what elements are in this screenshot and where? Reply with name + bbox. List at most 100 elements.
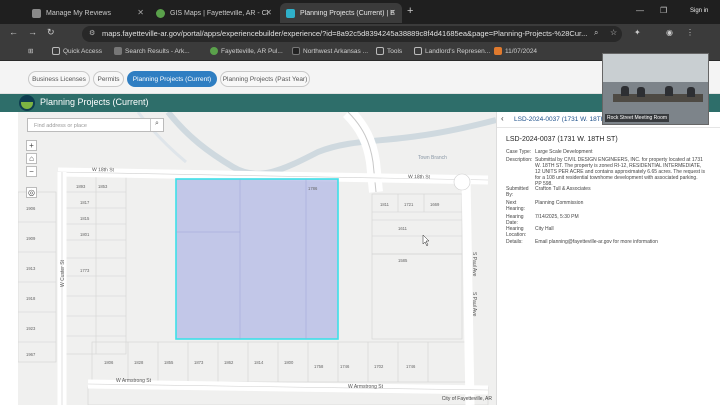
browser-tab-2[interactable]: Planning Projects (Current) | E ✕: [280, 3, 402, 23]
street-label: W Custer St: [60, 259, 66, 287]
search-icon[interactable]: ⌕: [150, 119, 163, 131]
zoom-in-button[interactable]: +: [26, 140, 37, 151]
search-placeholder: Find address or place: [34, 123, 87, 129]
tab-favicon-icon: [156, 8, 165, 18]
tab-title: GIS Maps | Fayetteville, AR - CI: [170, 9, 269, 17]
video-caption: Rock Street Meeting Room: [605, 114, 670, 122]
parcel-label: 1702: [374, 364, 384, 369]
parcel-label: 1873: [194, 360, 204, 365]
back-icon[interactable]: ←: [9, 27, 18, 37]
calendar-icon: [494, 47, 502, 55]
maximize-icon[interactable]: ❐: [660, 6, 667, 15]
close-icon[interactable]: ✕: [265, 8, 272, 17]
extensions-icon[interactable]: ✦: [634, 28, 641, 37]
bookmark-star-icon[interactable]: ☆: [610, 28, 617, 37]
parcel-label: 1758: [314, 364, 324, 369]
parcel-label: 1893: [76, 184, 86, 189]
map-view[interactable]: W 18th St W 18th St W Armstrong St W Arm…: [18, 112, 496, 405]
url-text: maps.fayetteville-ar.gov/portal/apps/exp…: [102, 29, 588, 38]
street-label: W Armstrong St: [116, 378, 152, 384]
tab-favicon-icon: [32, 8, 41, 18]
parcel-label: 1862: [224, 360, 234, 365]
street-label: S Paul Ave: [471, 252, 477, 277]
parcel-label: 1746: [340, 364, 350, 369]
parcel-label: 1909: [26, 236, 36, 241]
parcel-label: 1811: [380, 202, 390, 207]
site-icon: [292, 47, 300, 55]
parcel-label: 1814: [254, 360, 264, 365]
record-title: LSD-2024-0037 (1731 W. 18TH ST): [506, 136, 618, 143]
bookmark-item[interactable]: 11/07/2024: [494, 47, 537, 55]
tab-favicon-icon: [286, 8, 295, 18]
menu-icon[interactable]: ⋮: [686, 28, 694, 37]
folder-icon: [376, 47, 384, 55]
new-tab-icon[interactable]: +: [407, 5, 413, 17]
parcel-label: 1669: [430, 202, 440, 207]
apps-icon[interactable]: ⊞: [28, 47, 33, 55]
map-credit: City of Fayetteville, AR: [441, 396, 492, 402]
street-label: W 18th St: [408, 174, 431, 180]
tab-title: Manage My Reviews: [46, 9, 111, 17]
bookmark-item[interactable]: Search Results - Ark...: [114, 47, 190, 55]
parcel-label: 1913: [26, 266, 36, 271]
browser-tab-0[interactable]: Manage My Reviews ✕: [26, 3, 150, 23]
street-label: W 18th St: [92, 167, 115, 173]
street-label: S Paul Ave: [471, 292, 477, 317]
parcel-label: 1746: [406, 364, 416, 369]
parcel-label: 1918: [26, 296, 36, 301]
details-link[interactable]: Email planning@fayetteville-ar.gov for m…: [535, 239, 705, 245]
parcel-label: 1800: [284, 360, 294, 365]
parcel-label: 1773: [80, 268, 90, 273]
parcel-label: 1853: [98, 184, 108, 189]
city-logo: [19, 95, 35, 111]
street-label: W Armstrong St: [348, 384, 384, 390]
parcel-label: 1855: [164, 360, 174, 365]
browser-tab-1[interactable]: GIS Maps | Fayetteville, AR - CI ✕: [150, 3, 278, 23]
parcel-label: 1801: [80, 232, 90, 237]
tab-business-licenses[interactable]: Business Licenses: [28, 71, 90, 87]
address-bar[interactable]: ⚙ maps.fayetteville-ar.gov/portal/apps/e…: [82, 26, 622, 42]
parcel-label: 1786: [308, 186, 318, 191]
map-canvas[interactable]: W 18th St W 18th St W Armstrong St W Arm…: [18, 112, 496, 405]
page-title: Planning Projects (Current): [40, 97, 149, 107]
reload-icon[interactable]: ↻: [47, 27, 55, 38]
tab-title: Planning Projects (Current) | E: [300, 9, 395, 17]
parcel-label: 1585: [398, 258, 408, 263]
video-overlay: Rock Street Meeting Room: [602, 53, 709, 125]
forward-icon[interactable]: →: [28, 27, 37, 37]
close-icon[interactable]: ✕: [389, 8, 396, 17]
tab-planning-current[interactable]: Planning Projects (Current): [127, 71, 217, 87]
browser-tab-strip: Manage My Reviews ✕ GIS Maps | Fayettevi…: [0, 0, 720, 24]
bookmark-item[interactable]: Fayetteville, AR Pul...: [210, 47, 283, 55]
locate-icon[interactable]: ◎: [26, 187, 37, 198]
bookmark-item[interactable]: Landlord's Represen...: [414, 47, 490, 55]
zoom-out-button[interactable]: −: [26, 166, 37, 177]
bookmark-item[interactable]: Quick Access: [52, 47, 102, 55]
back-chevron-icon[interactable]: ‹: [501, 114, 504, 123]
folder-icon: [414, 47, 422, 55]
bookmark-item[interactable]: Tools: [376, 47, 402, 55]
panel-header-title: LSD-2024-0037 (1731 W. 18TH: [514, 116, 606, 123]
bookmark-item[interactable]: Northwest Arkansas ...: [292, 47, 368, 55]
parcel-label: 1828: [134, 360, 144, 365]
sign-in-label[interactable]: Sign in: [690, 8, 708, 14]
tab-permits[interactable]: Permits: [93, 71, 124, 87]
parcel-label: 1906: [26, 206, 36, 211]
globe-icon: [210, 47, 218, 55]
browser-toolbar: ← → ↻ ⚙ maps.fayetteville-ar.gov/portal/…: [0, 24, 720, 44]
profile-icon[interactable]: ◉: [666, 28, 673, 37]
parcel-label: 1815: [80, 216, 90, 221]
close-icon[interactable]: ✕: [137, 8, 144, 17]
home-icon[interactable]: ⌂: [26, 153, 37, 164]
parcel-label: 1721: [404, 202, 414, 207]
parcel-label: 1611: [398, 226, 408, 231]
minimize-icon[interactable]: —: [636, 6, 644, 15]
tab-planning-past[interactable]: Planning Projects (Past Year): [220, 71, 310, 87]
creek-label: Town Branch: [418, 155, 447, 161]
parcel-label: 1806: [104, 360, 114, 365]
site-info-icon[interactable]: ⚙: [89, 29, 95, 37]
parcel-label: 1967: [26, 352, 36, 357]
folder-icon: [52, 47, 60, 55]
search-input[interactable]: Find address or place ⌕: [27, 118, 164, 132]
search-icon[interactable]: ⌕: [594, 28, 598, 38]
